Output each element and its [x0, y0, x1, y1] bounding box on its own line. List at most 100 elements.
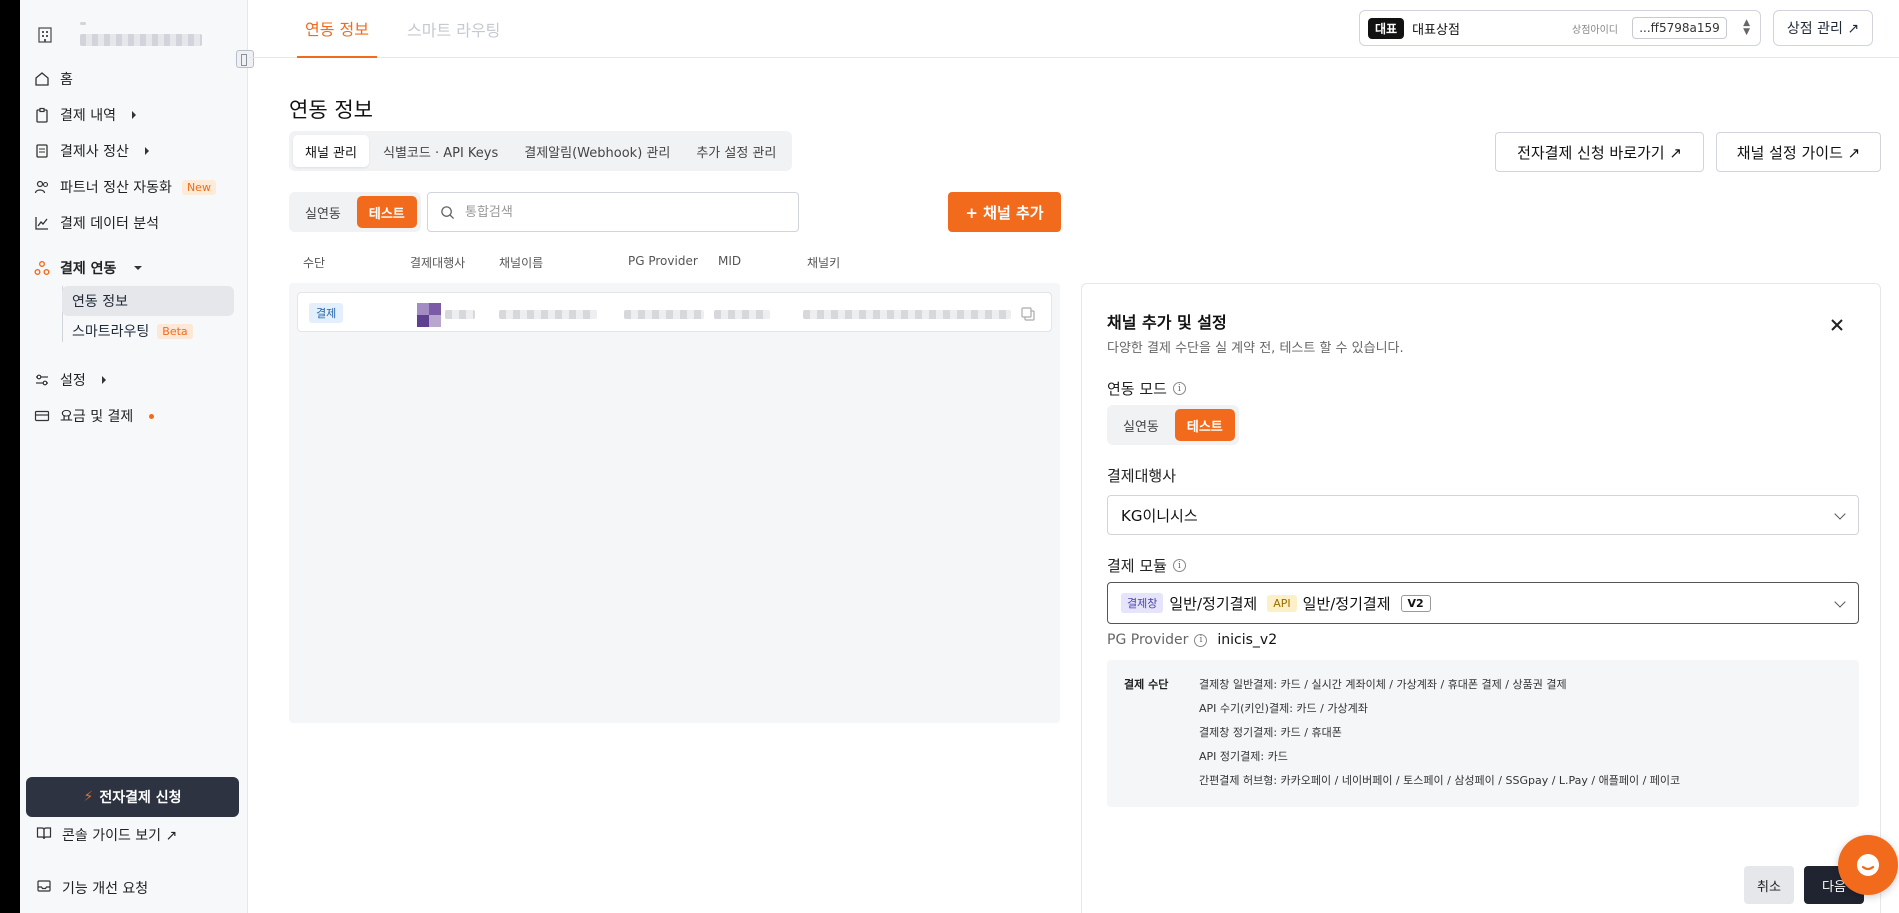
close-icon[interactable] [1829, 317, 1845, 333]
caret-right-icon [131, 111, 136, 119]
drawer-title: 채널 추가 및 설정 [1107, 313, 1227, 332]
sidebar-item-partner-settlement[interactable]: 파트너 정산 자동화 New [34, 173, 216, 201]
tab-extra-settings[interactable]: 추가 설정 관리 [684, 135, 788, 167]
payment-method-line: API 정기결제: 카드 [1199, 750, 1288, 763]
pg-field-label: 결제대행사 [1107, 465, 1176, 486]
redacted-channel-key [803, 310, 1011, 319]
mode-label: 실연동 [1123, 419, 1159, 435]
caret-right-icon [144, 147, 149, 155]
inbox-icon [36, 878, 52, 898]
apply-payment-button[interactable]: ⚡ 전자결제 신청 [26, 777, 239, 817]
cancel-button[interactable]: 취소 [1744, 866, 1794, 904]
store-selector[interactable]: 대표 대표상점 상점아이디 ...ff5798a159 ▲ ▼ [1359, 10, 1761, 46]
column-header-pg: 결제대행사 [410, 256, 466, 270]
redacted-store-name [80, 34, 202, 46]
module-select[interactable]: 결제창 일반/정기결제 API 일반/정기결제 V2 [1107, 582, 1859, 624]
sidebar-subitem-label: 연동 정보 [72, 294, 128, 310]
tab-label: 채널 관리 [305, 145, 357, 161]
search-icon [441, 205, 455, 219]
sidebar-item-integration[interactable]: 결제 연동 [34, 254, 143, 282]
payment-method-line: API 수기(키인)결제: 카드 / 가상계좌 [1199, 702, 1368, 715]
channel-settings-drawer: 채널 추가 및 설정 다양한 결제 수단을 실 계약 전, 테스트 할 수 있습… [1081, 283, 1881, 913]
payment-method-line: 결제창 정기결제: 카드 / 휴대폰 [1199, 726, 1342, 739]
add-channel-button[interactable]: + 채널 추가 [948, 192, 1061, 232]
sidebar-item-analytics[interactable]: 결제 데이터 분석 [34, 209, 159, 237]
users-icon [34, 179, 50, 195]
network-icon [34, 260, 50, 276]
sidebar-item-billing[interactable]: 요금 및 결제 [34, 402, 155, 430]
mode-live-option[interactable]: 실연동 [293, 196, 353, 228]
payment-methods-box: 결제 수단 결제창 일반결제: 카드 / 실시간 계좌이체 / 가상계좌 / 휴… [1107, 660, 1859, 807]
field-label-text: 결제대행사 [1107, 467, 1177, 485]
sidebar-item-payments[interactable]: 결제 내역 [34, 101, 136, 129]
store-id-value: ...ff5798a159 [1632, 17, 1727, 39]
sidebar: 홈 결제 내역 결제사 정산 파트너 정산 자동화 New 결제 데이터 분석 결… [20, 0, 254, 913]
search-input[interactable] [465, 204, 765, 220]
pg-provider-value: inicis_v2 [1217, 632, 1278, 648]
payment-methods-label: 결제 수단 [1124, 678, 1169, 691]
line-chart-icon [34, 215, 50, 231]
sidebar-item-settings[interactable]: 설정 [34, 366, 106, 394]
tab-label: 식별코드 · API Keys [382, 145, 499, 161]
cancel-label: 취소 [1757, 879, 1781, 895]
tab-api-keys[interactable]: 식별코드 · API Keys [371, 135, 510, 167]
tab-smart-routing[interactable]: 스마트 라우팅 [399, 0, 508, 58]
channel-guide-button[interactable]: 채널 설정 가이드 ↗ [1716, 132, 1881, 172]
pg-provider-row: PG Provider i inicis_v2 [1107, 632, 1277, 648]
column-header-channel-name: 채널이름 [499, 256, 544, 270]
clipboard-icon [34, 107, 50, 123]
method-badge: 결제 [309, 303, 344, 323]
info-icon[interactable]: i [1194, 633, 1208, 647]
info-icon[interactable]: i [1172, 382, 1186, 395]
page-title: 연동 정보 [289, 98, 373, 122]
drawer-subtitle: 다양한 결제 수단을 실 계약 전, 테스트 할 수 있습니다. [1107, 341, 1404, 356]
calculator-icon [34, 143, 50, 159]
sidebar-item-label: 결제 내역 [60, 108, 116, 124]
sliders-icon [34, 372, 50, 388]
copy-icon[interactable] [1020, 306, 1036, 322]
representative-badge: 대표 [1368, 17, 1405, 39]
store-header[interactable] [36, 20, 236, 60]
tab-integration-info[interactable]: 연동 정보 [297, 0, 377, 58]
pg-select[interactable]: KG이니시스 [1107, 495, 1859, 535]
tab-channel-manage[interactable]: 채널 관리 [293, 135, 369, 167]
notification-dot [149, 413, 155, 419]
new-badge: New [181, 179, 216, 195]
store-manage-button[interactable]: 상점 관리 ↗ [1773, 10, 1873, 46]
sidebar-subitem-smart-routing[interactable]: 스마트라우팅 Beta [62, 316, 234, 346]
pg-select-value: KG이니시스 [1121, 506, 1198, 525]
tab-label: 연동 정보 [305, 20, 369, 39]
chevron-down-icon [1834, 596, 1846, 608]
feature-request-link[interactable]: 기능 개선 요청 [36, 875, 148, 901]
store-manage-label: 상점 관리 ↗ [1786, 21, 1860, 37]
mode-test-option[interactable]: 테스트 [356, 196, 417, 228]
apply-shortcut-label: 전자결제 신청 바로가기 ↗ [1517, 143, 1682, 162]
table-row[interactable]: 결제 [297, 292, 1052, 332]
console-guide-link[interactable]: 콘솔 가이드 보기 ↗ [36, 822, 177, 848]
redacted-store-caption [80, 22, 86, 25]
store-id-label: 상점아이디 [1572, 24, 1618, 36]
feature-request-label: 기능 개선 요청 [62, 881, 149, 897]
lightning-icon: ⚡ [83, 789, 94, 805]
sidebar-item-label: 설정 [60, 373, 86, 389]
sidebar-item-label: 결제 연동 [60, 261, 117, 277]
drawer-mode-live-option[interactable]: 실연동 [1111, 409, 1171, 441]
field-label-text: 연동 모드 [1107, 380, 1167, 398]
drawer-mode-test-option[interactable]: 테스트 [1174, 409, 1235, 441]
add-channel-label: + 채널 추가 [965, 203, 1044, 222]
sidebar-item-home[interactable]: 홈 [34, 65, 73, 93]
sidebar-item-label: 결제 데이터 분석 [60, 216, 160, 232]
chat-button[interactable] [1838, 835, 1898, 895]
version-badge: V2 [1400, 594, 1431, 612]
apply-shortcut-button[interactable]: 전자결제 신청 바로가기 ↗ [1495, 132, 1704, 172]
updown-chevron-icon: ▲ ▼ [1743, 18, 1750, 37]
sidebar-subitem-integration-info[interactable]: 연동 정보 [62, 286, 234, 316]
window-edge [0, 0, 20, 913]
tab-label: 추가 설정 관리 [696, 145, 777, 161]
tab-webhook[interactable]: 결제알림(Webhook) 관리 [512, 135, 682, 167]
info-icon[interactable]: i [1172, 559, 1186, 572]
sidebar-item-settlement[interactable]: 결제사 정산 [34, 137, 149, 165]
redacted-pg-provider [624, 310, 704, 319]
api-badge: API [1267, 594, 1297, 612]
column-header-pg-provider: PG Provider [628, 254, 698, 268]
